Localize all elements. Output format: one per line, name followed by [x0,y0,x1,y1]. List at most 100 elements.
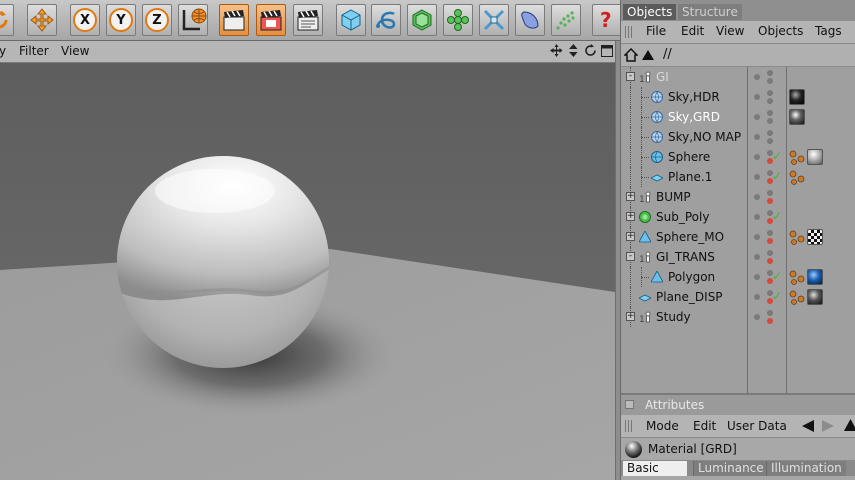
enabled-check-icon[interactable]: ✓ [772,149,782,163]
render-visibility-dot[interactable] [767,318,773,324]
grip-icon[interactable] [625,26,634,38]
object-name[interactable]: Sky,GRD [668,110,720,124]
add-deformer-button[interactable] [479,4,509,36]
render-visibility-dot[interactable] [767,198,773,204]
texture-tag-icon[interactable] [789,289,805,305]
object-row[interactable]: Sky,NO MAP [621,127,855,147]
add-particles-button[interactable] [551,4,581,36]
home-icon[interactable] [624,48,638,62]
orbit-icon[interactable] [583,43,597,58]
object-name[interactable]: Sphere_MO [656,230,724,244]
move-tool-button[interactable] [27,4,57,36]
enabled-check-icon[interactable]: ✓ [772,289,782,303]
up-arrow-icon[interactable] [844,419,855,432]
object-row[interactable]: +1. BUMP [621,187,855,207]
expand-toggle-icon[interactable]: + [626,192,635,201]
forward-arrow-icon[interactable] [822,420,835,432]
enabled-check-icon[interactable]: ✓ [772,269,782,283]
editor-visibility-dot[interactable] [754,314,760,320]
menu-edit[interactable]: Edit [693,419,716,433]
object-name[interactable]: BUMP [656,190,691,204]
add-nurbs-button[interactable] [407,4,437,36]
3d-viewport[interactable] [0,63,615,480]
add-spline-button[interactable] [371,4,401,36]
menu-tags[interactable]: Tags [815,24,842,38]
expand-toggle-icon[interactable]: + [626,312,635,321]
texture-tag-icon[interactable] [789,169,805,185]
editor-visibility-dot[interactable] [767,230,773,236]
enabled-check-icon[interactable]: ✓ [772,169,782,183]
enabled-check-icon[interactable]: ✓ [772,209,782,223]
help-button[interactable]: ? [592,4,622,36]
object-row[interactable]: Sphere ✓ [621,147,855,167]
tab-illumination[interactable]: Illumination [766,461,846,476]
up-arrow-icon[interactable] [641,48,655,62]
material-tag-icon[interactable] [789,89,805,105]
object-name[interactable]: Polygon [668,270,715,284]
render-visibility-dot[interactable] [767,238,773,244]
object-row[interactable]: + Sphere_MO [621,227,855,247]
x-axis-lock-button[interactable]: X [70,4,100,36]
tab-structure[interactable]: Structure [678,4,742,20]
editor-visibility-dot[interactable] [767,110,773,116]
tab-basic[interactable]: Basic [623,461,687,476]
editor-visibility-dot[interactable] [754,254,760,260]
z-axis-lock-button[interactable]: Z [142,4,172,36]
texture-tag-icon[interactable] [789,269,805,285]
object-name[interactable]: GI [656,70,669,84]
editor-visibility-dot[interactable] [754,194,760,200]
editor-visibility-dot[interactable] [754,74,760,80]
object-name[interactable]: Plane.1 [668,170,712,184]
add-cube-button[interactable] [336,4,366,36]
object-row[interactable]: -1. GI_TRANS [621,247,855,267]
object-row[interactable]: -1. GI [621,67,855,87]
editor-visibility-dot[interactable] [767,70,773,76]
expand-toggle-icon[interactable]: - [626,72,635,81]
material-tag-icon[interactable] [807,269,823,285]
render-settings-button[interactable] [293,4,323,36]
object-row[interactable]: Plane_DISP ✓ [621,287,855,307]
editor-visibility-dot[interactable] [767,90,773,96]
maximize-view-icon[interactable] [600,43,614,58]
editor-visibility-dot[interactable] [767,310,773,316]
back-arrow-icon[interactable] [802,420,815,432]
object-row[interactable]: Sky,GRD [621,107,855,127]
object-row[interactable]: +1. Study [621,307,855,327]
object-name[interactable]: Sky,NO MAP [668,130,741,144]
add-mograph-button[interactable] [443,4,473,36]
editor-visibility-dot[interactable] [767,250,773,256]
editor-visibility-dot[interactable] [754,154,760,160]
render-to-picture-viewer-button[interactable] [256,4,286,36]
tab-luminance[interactable]: Luminance [693,461,768,476]
object-name[interactable]: Sky,HDR [668,90,720,104]
object-row[interactable]: Polygon ✓ [621,267,855,287]
add-environment-button[interactable] [515,4,545,36]
rotate-tool-button[interactable] [0,4,14,36]
editor-visibility-dot[interactable] [754,174,760,180]
material-tag-icon[interactable] [789,109,805,125]
editor-visibility-dot[interactable] [754,94,760,100]
coordinate-system-button[interactable] [178,4,208,36]
render-visibility-dot[interactable] [767,138,773,144]
editor-visibility-dot[interactable] [767,130,773,136]
viewport-menu-view[interactable]: View [61,44,89,58]
object-row[interactable]: + Sub_Poly ✓ [621,207,855,227]
menu-mode[interactable]: Mode [646,419,679,433]
material-tag-icon[interactable] [807,289,823,305]
editor-visibility-dot[interactable] [754,274,760,280]
object-row[interactable]: Sky,HDR [621,87,855,107]
y-axis-lock-button[interactable]: Y [106,4,136,36]
editor-visibility-dot[interactable] [754,234,760,240]
grip-icon[interactable] [625,420,634,432]
menu-edit[interactable]: Edit [681,24,704,38]
render-view-button[interactable] [219,4,249,36]
panel-checkbox[interactable] [625,400,634,409]
object-row[interactable]: Plane.1 ✓ [621,167,855,187]
texture-tag-icon[interactable] [789,229,805,245]
expand-toggle-icon[interactable]: - [626,252,635,261]
material-tag-icon[interactable] [807,229,823,245]
render-visibility-dot[interactable] [767,258,773,264]
viewport-menu-partial[interactable]: y [0,44,6,58]
object-name[interactable]: GI_TRANS [656,250,715,264]
editor-visibility-dot[interactable] [754,134,760,140]
